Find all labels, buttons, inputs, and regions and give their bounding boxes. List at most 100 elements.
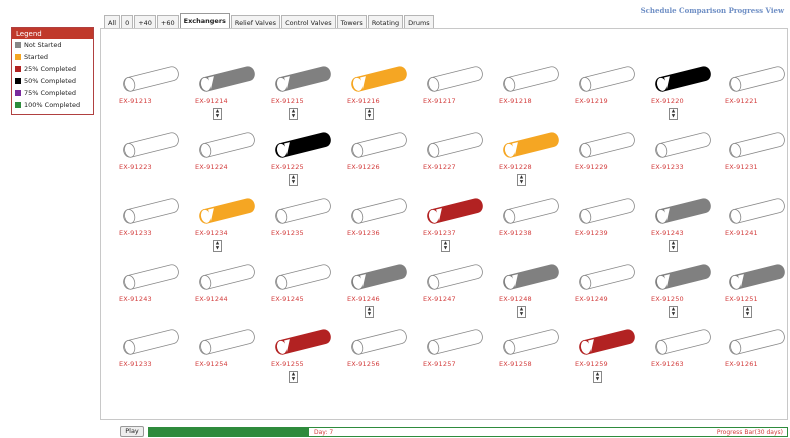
equipment-tile[interactable]: EX-91255 ▲ ▼ bbox=[271, 326, 341, 386]
progress-stepper[interactable]: ▲ ▼ bbox=[289, 371, 298, 383]
stepper-down-icon[interactable]: ▼ bbox=[442, 246, 449, 251]
equipment-tile[interactable]: EX-91221 bbox=[725, 63, 790, 123]
exchanger-cylinder-icon bbox=[351, 198, 407, 224]
equipment-tile[interactable]: EX-91227 bbox=[423, 129, 493, 189]
tab-towers[interactable]: Towers bbox=[336, 15, 367, 28]
tab-control-valves[interactable]: Control Valves bbox=[281, 15, 336, 28]
play-button[interactable]: Play bbox=[120, 426, 144, 437]
equipment-tile[interactable]: EX-91233 bbox=[651, 129, 721, 189]
equipment-tile[interactable]: EX-91259 ▲ ▼ bbox=[575, 326, 645, 386]
equipment-tile[interactable]: EX-91263 bbox=[651, 326, 721, 386]
equipment-tile[interactable]: EX-91233 bbox=[119, 195, 189, 255]
equipment-tile[interactable]: EX-91214 ▲ ▼ bbox=[195, 63, 265, 123]
progress-fill bbox=[149, 428, 309, 436]
equipment-tile[interactable]: EX-91238 bbox=[499, 195, 569, 255]
equipment-tile[interactable]: EX-91254 bbox=[195, 326, 265, 386]
progress-stepper[interactable]: ▲ ▼ bbox=[365, 306, 374, 318]
equipment-tile[interactable]: EX-91213 bbox=[119, 63, 189, 123]
legend-item: 100% Completed bbox=[12, 99, 93, 111]
equipment-tile[interactable]: EX-91251 ▲ ▼ bbox=[725, 261, 790, 321]
tab-all[interactable]: All bbox=[104, 15, 121, 28]
tab-0[interactable]: 0 bbox=[121, 15, 134, 28]
equipment-tile[interactable]: EX-91243 ▲ ▼ bbox=[651, 195, 721, 255]
equipment-tile[interactable]: EX-91234 ▲ ▼ bbox=[195, 195, 265, 255]
equipment-tile[interactable]: EX-91226 bbox=[347, 129, 417, 189]
exchanger-cylinder-icon bbox=[579, 264, 635, 290]
equipment-tile[interactable]: EX-91219 bbox=[575, 63, 645, 123]
equipment-tile[interactable]: EX-91247 bbox=[423, 261, 493, 321]
equipment-tile[interactable]: EX-91241 bbox=[725, 195, 790, 255]
equipment-tile[interactable]: EX-91217 bbox=[423, 63, 493, 123]
tab-exchangers[interactable]: Exchangers bbox=[179, 13, 230, 28]
equipment-tile[interactable]: EX-91223 bbox=[119, 129, 189, 189]
equipment-id-label: EX-91236 bbox=[347, 229, 380, 237]
equipment-id-label: EX-91241 bbox=[725, 229, 758, 237]
progress-stepper[interactable]: ▲ ▼ bbox=[289, 108, 298, 120]
stepper-down-icon[interactable]: ▼ bbox=[366, 114, 373, 119]
stepper-down-icon[interactable]: ▼ bbox=[594, 377, 601, 382]
equipment-tile[interactable]: EX-91248 ▲ ▼ bbox=[499, 261, 569, 321]
progress-stepper[interactable]: ▲ ▼ bbox=[743, 306, 752, 318]
equipment-id-label: EX-91233 bbox=[119, 229, 152, 237]
stepper-down-icon[interactable]: ▼ bbox=[290, 114, 297, 119]
equipment-tile[interactable]: EX-91215 ▲ ▼ bbox=[271, 63, 341, 123]
progress-stepper[interactable]: ▲ ▼ bbox=[289, 174, 298, 186]
stepper-down-icon[interactable]: ▼ bbox=[518, 312, 525, 317]
tab-rotating[interactable]: Rotating bbox=[367, 15, 404, 28]
equipment-id-label: EX-91233 bbox=[651, 163, 684, 171]
equipment-tile[interactable]: EX-91220 ▲ ▼ bbox=[651, 63, 721, 123]
progress-stepper[interactable]: ▲ ▼ bbox=[213, 108, 222, 120]
equipment-tile[interactable]: EX-91228 ▲ ▼ bbox=[499, 129, 569, 189]
progress-stepper[interactable]: ▲ ▼ bbox=[441, 240, 450, 252]
equipment-tile[interactable]: EX-91218 bbox=[499, 63, 569, 123]
tab-drums[interactable]: Drums bbox=[404, 15, 434, 28]
progress-stepper[interactable]: ▲ ▼ bbox=[365, 108, 374, 120]
equipment-id-label: EX-91257 bbox=[423, 360, 456, 368]
progress-stepper[interactable]: ▲ ▼ bbox=[213, 240, 222, 252]
equipment-tile[interactable]: EX-91231 bbox=[725, 129, 790, 189]
equipment-tile[interactable]: EX-91225 ▲ ▼ bbox=[271, 129, 341, 189]
progress-stepper[interactable]: ▲ ▼ bbox=[669, 306, 678, 318]
exchanger-cylinder-icon bbox=[123, 132, 179, 158]
stepper-down-icon[interactable]: ▼ bbox=[290, 180, 297, 185]
progress-stepper[interactable]: ▲ ▼ bbox=[517, 306, 526, 318]
stepper-down-icon[interactable]: ▼ bbox=[670, 114, 677, 119]
tab-relief-valves[interactable]: Relief Valves bbox=[230, 15, 281, 28]
exchanger-cylinder-icon bbox=[655, 329, 711, 355]
equipment-tile[interactable]: EX-91243 bbox=[119, 261, 189, 321]
progress-stepper[interactable]: ▲ ▼ bbox=[593, 371, 602, 383]
equipment-tile[interactable]: EX-91239 bbox=[575, 195, 645, 255]
stepper-down-icon[interactable]: ▼ bbox=[214, 246, 221, 251]
equipment-tile[interactable]: EX-91249 bbox=[575, 261, 645, 321]
tab-60[interactable]: +60 bbox=[156, 15, 179, 28]
equipment-tile[interactable]: EX-91216 ▲ ▼ bbox=[347, 63, 417, 123]
stepper-down-icon[interactable]: ▼ bbox=[670, 312, 677, 317]
progress-stepper[interactable]: ▲ ▼ bbox=[669, 240, 678, 252]
equipment-tile[interactable]: EX-91250 ▲ ▼ bbox=[651, 261, 721, 321]
progress-stepper[interactable]: ▲ ▼ bbox=[669, 108, 678, 120]
equipment-tile[interactable]: EX-91246 ▲ ▼ bbox=[347, 261, 417, 321]
stepper-down-icon[interactable]: ▼ bbox=[744, 312, 751, 317]
tab-40[interactable]: +40 bbox=[134, 15, 156, 28]
equipment-tile[interactable]: EX-91233 bbox=[119, 326, 189, 386]
equipment-tile[interactable]: EX-91245 bbox=[271, 261, 341, 321]
stepper-down-icon[interactable]: ▼ bbox=[670, 246, 677, 251]
equipment-tile[interactable]: EX-91258 bbox=[499, 326, 569, 386]
equipment-tile[interactable]: EX-91224 bbox=[195, 129, 265, 189]
progress-stepper[interactable]: ▲ ▼ bbox=[517, 174, 526, 186]
equipment-id-label: EX-91224 bbox=[195, 163, 228, 171]
exchanger-cylinder-icon bbox=[123, 198, 179, 224]
equipment-tile[interactable]: EX-91261 bbox=[725, 326, 790, 386]
stepper-down-icon[interactable]: ▼ bbox=[290, 377, 297, 382]
equipment-tile[interactable]: EX-91229 bbox=[575, 129, 645, 189]
equipment-tile[interactable]: EX-91236 bbox=[347, 195, 417, 255]
stepper-down-icon[interactable]: ▼ bbox=[518, 180, 525, 185]
equipment-tile[interactable]: EX-91237 ▲ ▼ bbox=[423, 195, 493, 255]
equipment-tile[interactable]: EX-91235 bbox=[271, 195, 341, 255]
stepper-down-icon[interactable]: ▼ bbox=[214, 114, 221, 119]
equipment-tile[interactable]: EX-91257 bbox=[423, 326, 493, 386]
exchanger-cylinder-icon bbox=[729, 329, 785, 355]
equipment-tile[interactable]: EX-91256 bbox=[347, 326, 417, 386]
equipment-tile[interactable]: EX-91244 bbox=[195, 261, 265, 321]
stepper-down-icon[interactable]: ▼ bbox=[366, 312, 373, 317]
